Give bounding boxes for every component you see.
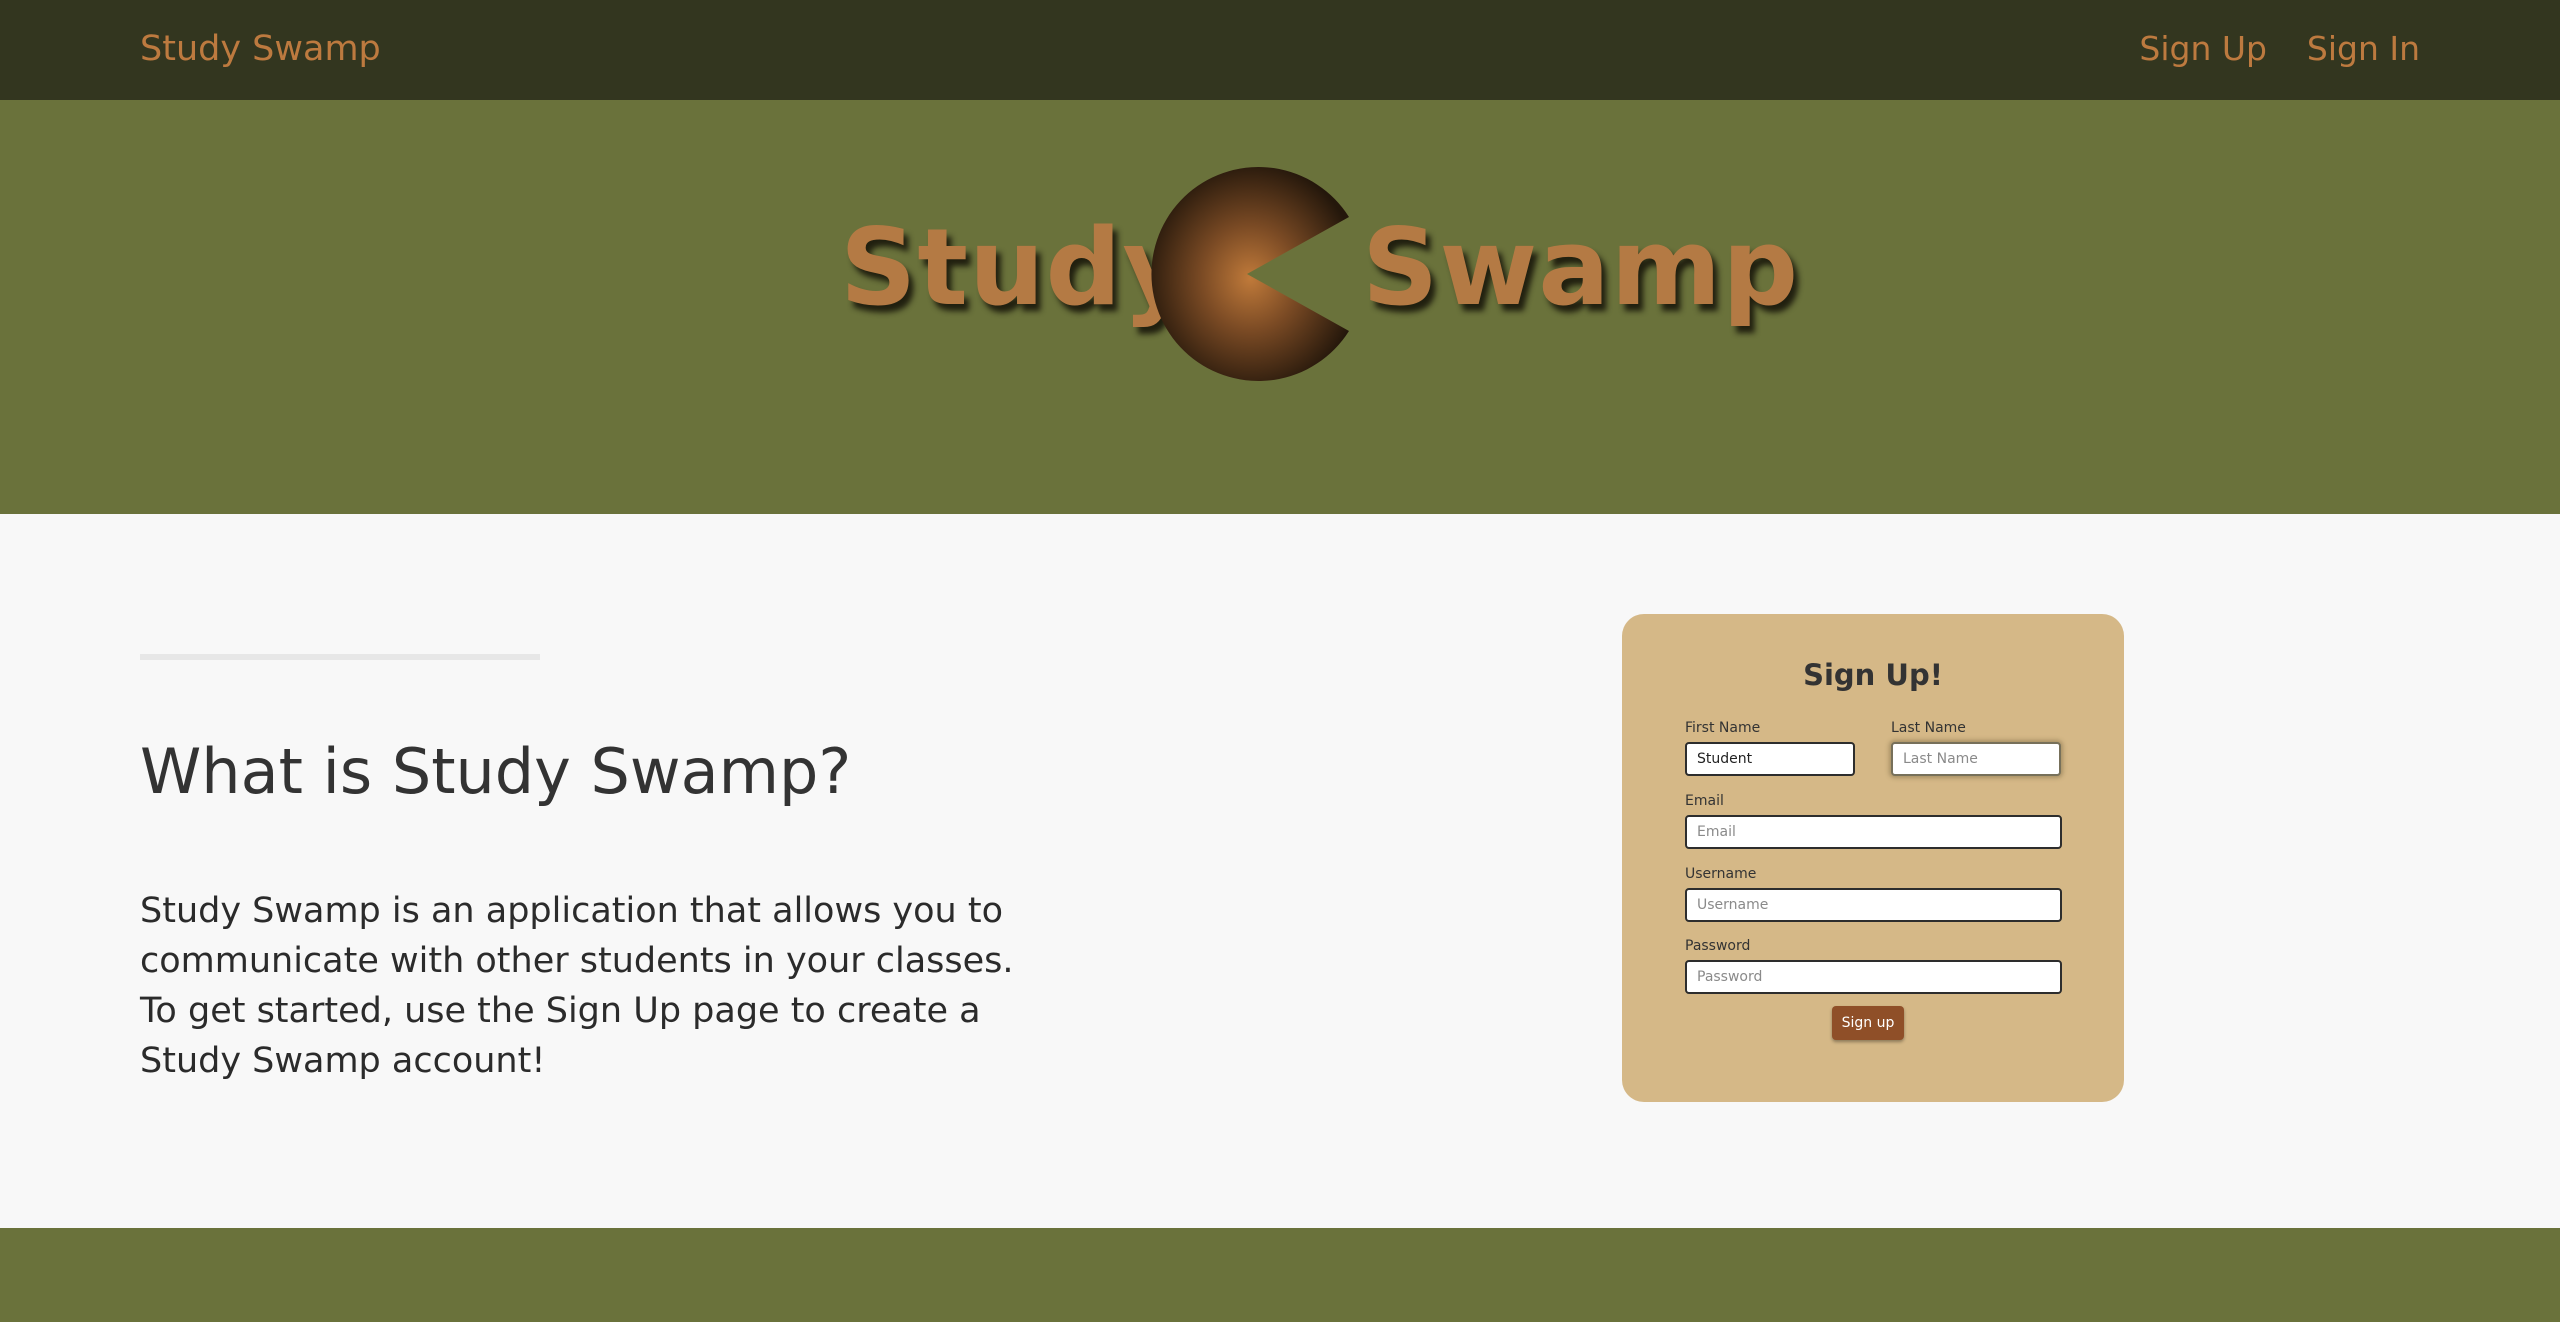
about-heading: What is Study Swamp? — [140, 735, 852, 808]
section-divider — [140, 654, 540, 660]
last-name-input[interactable] — [1891, 742, 2061, 776]
swamp-pacman-logo-icon — [1151, 167, 1349, 381]
nav-sign-in-link[interactable]: Sign In — [2307, 26, 2420, 72]
first-name-label: First Name — [1685, 720, 1761, 736]
email-input[interactable] — [1685, 815, 2062, 849]
top-navbar: Study Swamp Sign Up Sign In — [0, 0, 2560, 100]
nav-sign-up-link[interactable]: Sign Up — [2139, 26, 2267, 72]
signup-form-title: Sign Up! — [1803, 658, 1943, 692]
sign-up-button[interactable]: Sign up — [1832, 1006, 1904, 1040]
signup-form-card: Sign Up! First Name Last Name Email User… — [1622, 614, 2124, 1102]
email-label: Email — [1685, 793, 1724, 809]
page-footer — [0, 1228, 2560, 1322]
about-description: Study Swamp is an application that allow… — [140, 891, 1014, 1081]
hero-banner: Study Swamp — [0, 100, 2560, 514]
last-name-label: Last Name — [1891, 720, 1966, 736]
password-input[interactable] — [1685, 960, 2062, 994]
first-name-input[interactable] — [1685, 742, 1855, 776]
username-input[interactable] — [1685, 888, 2062, 922]
hero-logo-word-swamp: Swamp — [1362, 206, 1800, 329]
username-label: Username — [1685, 866, 1757, 882]
brand-link[interactable]: Study Swamp — [140, 26, 381, 72]
password-label: Password — [1685, 938, 1751, 954]
